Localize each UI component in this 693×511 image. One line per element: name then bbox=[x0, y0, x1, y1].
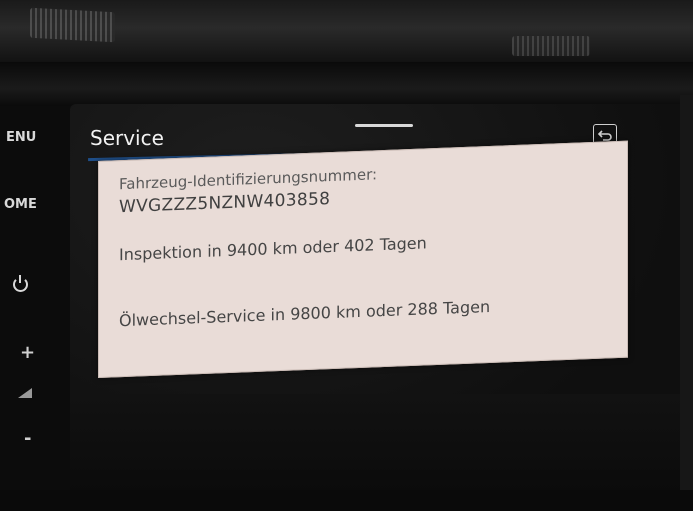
pull-down-handle[interactable] bbox=[355, 124, 413, 127]
vin-label: Fahrzeug-Identifizierungsnummer: bbox=[119, 165, 378, 194]
back-arrow-icon bbox=[597, 130, 612, 141]
page-title: Service bbox=[90, 126, 164, 150]
screen-empty-area bbox=[70, 394, 680, 492]
menu-button[interactable]: ENU bbox=[6, 126, 64, 148]
dashboard-trim-top bbox=[0, 0, 693, 62]
minus-icon: - bbox=[24, 427, 32, 449]
inspection-info: Inspektion in 9400 km oder 402 Tagen bbox=[119, 233, 427, 265]
infotainment-screen: Service Fahrzeug-Identifizierungsnummer:… bbox=[70, 104, 680, 492]
right-bezel bbox=[680, 95, 693, 495]
power-button[interactable] bbox=[12, 268, 70, 298]
dashboard-trim-strip bbox=[0, 62, 693, 150]
bottom-bezel bbox=[0, 490, 693, 511]
air-vent-left bbox=[30, 7, 115, 43]
service-info-panel: Fahrzeug-Identifizierungsnummer: WVGZZZ5… bbox=[98, 140, 628, 378]
volume-icon bbox=[18, 388, 34, 400]
plus-icon: + bbox=[20, 341, 36, 363]
air-vent-right bbox=[512, 36, 590, 56]
volume-indicator bbox=[18, 384, 76, 404]
home-button[interactable]: OME bbox=[4, 193, 62, 215]
power-icon bbox=[12, 275, 28, 292]
vin-value: WVGZZZ5NZNW403858 bbox=[119, 189, 331, 218]
side-button-panel: ENU OME + - bbox=[0, 108, 70, 488]
oil-change-info: Ölwechsel-Service in 9800 km oder 288 Ta… bbox=[119, 296, 491, 331]
